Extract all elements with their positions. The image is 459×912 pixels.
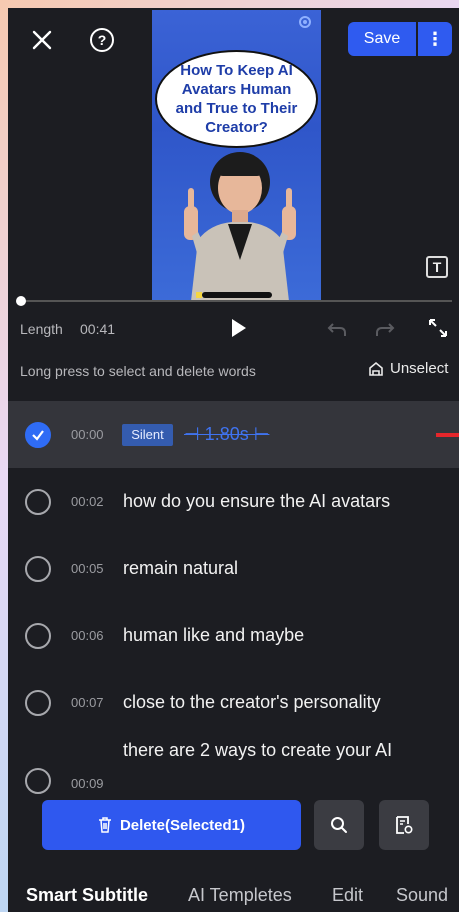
playhead-marker bbox=[436, 432, 459, 437]
subtitle-row[interactable]: 00:07 close to the creator's personality bbox=[8, 669, 459, 736]
presenter-figure bbox=[184, 152, 296, 302]
row-checkbox[interactable] bbox=[25, 421, 51, 448]
row-text[interactable]: close to the creator's personality bbox=[123, 692, 381, 713]
trash-icon bbox=[98, 817, 111, 833]
silent-duration: ⊣ 1.80s ⊢ bbox=[184, 424, 270, 444]
bottom-tabs: Smart Subtitle AI Templetes Edit Sound bbox=[8, 878, 459, 912]
length-value: 00:41 bbox=[80, 321, 116, 337]
help-icon: ? bbox=[90, 28, 114, 52]
row-checkbox[interactable] bbox=[25, 555, 51, 582]
tab-sound[interactable]: Sound bbox=[396, 885, 448, 906]
close-button[interactable] bbox=[28, 26, 56, 54]
timeline-track[interactable] bbox=[20, 300, 452, 302]
row-text[interactable]: there are 2 ways to create your AI bbox=[123, 740, 392, 761]
unselect-label: Unselect bbox=[390, 360, 449, 377]
video-title-bubble: How To Keep AI Avatars Human and True to… bbox=[155, 50, 318, 148]
row-text[interactable]: how do you ensure the AI avatars bbox=[123, 491, 390, 512]
delete-selected-button[interactable]: Delete(Selected1) bbox=[42, 800, 301, 850]
subtitle-row[interactable]: 00:06 human like and maybe bbox=[8, 602, 459, 669]
tab-smart-subtitle[interactable]: Smart Subtitle bbox=[26, 885, 148, 906]
expand-icon[interactable] bbox=[426, 316, 450, 340]
import-subtitle-button[interactable] bbox=[379, 800, 429, 850]
row-time: 00:00 bbox=[71, 427, 104, 442]
subtitle-row-silent[interactable]: 00:00 Silent ⊣ 1.80s ⊢ bbox=[8, 401, 459, 468]
more-button[interactable]: ⋮ bbox=[418, 22, 452, 56]
play-icon[interactable] bbox=[226, 316, 250, 340]
screenshot-frame: ? How To Keep AI Avatars Human and True … bbox=[0, 0, 459, 912]
save-button[interactable]: Save bbox=[348, 22, 416, 56]
length-label: Length bbox=[20, 321, 63, 337]
row-time: 00:09 bbox=[71, 776, 104, 791]
row-checkbox[interactable] bbox=[25, 488, 51, 515]
undo-icon[interactable] bbox=[326, 318, 348, 340]
eraser-icon bbox=[369, 361, 383, 376]
gear-icon bbox=[299, 16, 311, 28]
caption-bar bbox=[202, 292, 272, 298]
row-text[interactable]: human like and maybe bbox=[123, 625, 304, 646]
tab-ai-templetes[interactable]: AI Templetes bbox=[188, 885, 292, 906]
row-checkbox[interactable] bbox=[25, 622, 51, 649]
check-icon bbox=[32, 429, 44, 441]
row-checkbox[interactable] bbox=[25, 689, 51, 716]
row-time: 00:07 bbox=[71, 695, 104, 710]
tab-edit[interactable]: Edit bbox=[332, 885, 363, 906]
hint-text: Long press to select and delete words bbox=[20, 363, 256, 379]
app-screen: ? How To Keep AI Avatars Human and True … bbox=[8, 8, 459, 912]
delete-label: Delete(Selected1) bbox=[119, 816, 246, 834]
search-button[interactable] bbox=[314, 800, 364, 850]
subtitle-list[interactable]: 00:00 Silent ⊣ 1.80s ⊢ 00:02 how do you … bbox=[8, 401, 459, 796]
unselect-button[interactable]: Unselect bbox=[368, 360, 448, 377]
row-text[interactable]: remain natural bbox=[123, 558, 238, 579]
timeline-handle[interactable] bbox=[16, 296, 26, 306]
row-time: 00:05 bbox=[71, 561, 104, 576]
document-settings-icon bbox=[396, 816, 413, 834]
search-icon bbox=[331, 817, 347, 833]
subtitle-row[interactable]: 00:02 how do you ensure the AI avatars bbox=[8, 468, 459, 535]
subtitle-row[interactable]: 00:09 there are 2 ways to create your AI bbox=[8, 736, 459, 796]
text-tool-button[interactable]: T bbox=[426, 256, 448, 278]
action-bar: Delete(Selected1) bbox=[8, 794, 459, 854]
row-checkbox[interactable] bbox=[25, 768, 51, 794]
row-time: 00:02 bbox=[71, 494, 104, 509]
row-time: 00:06 bbox=[71, 628, 104, 643]
subtitle-row[interactable]: 00:05 remain natural bbox=[8, 535, 459, 602]
more-vertical-icon: ⋮ bbox=[426, 28, 444, 49]
close-icon bbox=[32, 30, 52, 50]
help-button[interactable]: ? bbox=[88, 26, 116, 54]
text-icon: T bbox=[432, 259, 442, 275]
video-preview[interactable]: How To Keep AI Avatars Human and True to… bbox=[152, 10, 321, 302]
silent-badge: Silent bbox=[122, 423, 173, 446]
redo-icon[interactable] bbox=[374, 318, 396, 340]
